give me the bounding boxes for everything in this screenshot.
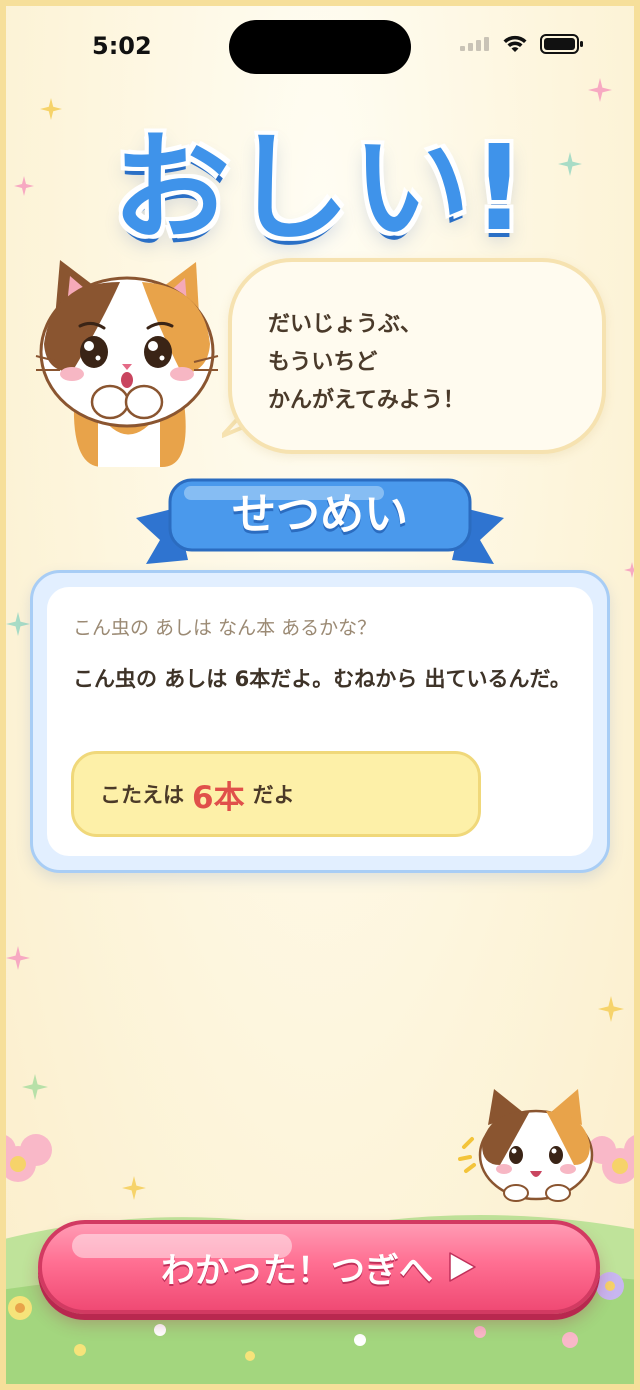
question-text: こん虫の あしは なん本 あるかな？	[73, 617, 377, 639]
sparkle-icon	[22, 1074, 48, 1100]
flower-icon	[8, 1296, 32, 1320]
play-arrow-icon	[449, 1252, 476, 1282]
dynamic-island	[229, 20, 411, 74]
signal-icon	[460, 37, 489, 51]
answer-suffix: だよ	[252, 783, 295, 807]
section-title: せつめい	[232, 489, 408, 540]
battery-icon	[540, 34, 583, 54]
speech-line: かんがえてみよう！	[268, 388, 465, 413]
speech-text: だいじょうぶ、 もういちど かんがえてみよう！	[268, 306, 588, 420]
sparkle-icon	[598, 996, 624, 1022]
status-time: 5:02	[92, 32, 152, 60]
sparkle-icon	[6, 612, 30, 636]
status-bar: 5:02	[0, 0, 640, 90]
explanation-card-body: こん虫の あしは なん本 あるかな？ こん虫の あしは 6本だよ。むねから 出て…	[47, 587, 593, 856]
flower-icon	[0, 1134, 52, 1182]
answer-prefix: こたえは	[100, 783, 184, 807]
speech-line: だいじょうぶ、	[268, 312, 423, 337]
explanation-text: こん虫の あしは 6本だよ。むねから 出ているんだ。	[73, 667, 571, 691]
next-button-label: わかった！つぎへ	[161, 1250, 433, 1291]
speech-line: もういちど	[268, 350, 378, 375]
next-button[interactable]: わかった！つぎへ	[38, 1220, 600, 1314]
result-title: おしい!	[112, 119, 528, 257]
speech-bubble: だいじょうぶ、 もういちど かんがえてみよう！	[228, 258, 606, 454]
answer-value: 6本	[192, 779, 245, 816]
answer-box: こたえは 6本 だよ	[71, 751, 481, 837]
cat-mascot	[458, 1089, 594, 1202]
flower-icon	[596, 1272, 624, 1300]
explanation-card: こん虫の あしは なん本 あるかな？ こん虫の あしは 6本だよ。むねから 出て…	[30, 570, 610, 873]
cat-mascot	[35, 260, 219, 467]
sparkle-icon	[6, 946, 30, 970]
wifi-icon	[503, 35, 527, 52]
sparkle-icon	[624, 562, 640, 578]
